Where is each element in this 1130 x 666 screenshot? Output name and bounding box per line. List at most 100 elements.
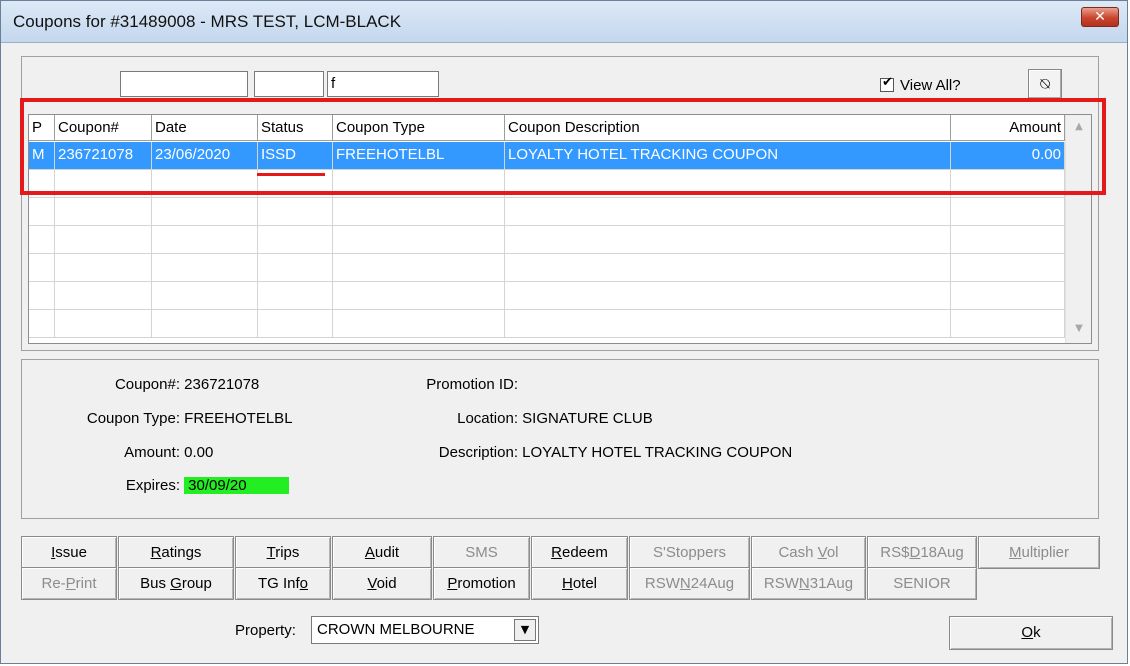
button-label-post: atings xyxy=(161,544,202,561)
button-label-pre: RSW xyxy=(763,575,799,592)
button-accel-key: R xyxy=(551,544,562,561)
action-button[interactable]: RSWN24Aug xyxy=(629,567,750,600)
empty-cell xyxy=(55,226,152,253)
empty-row[interactable] xyxy=(29,310,1065,338)
empty-cell xyxy=(505,198,951,225)
empty-row[interactable] xyxy=(29,254,1065,282)
action-button[interactable]: TG Info xyxy=(235,567,331,600)
detail-coupon-type: Coupon Type: FREEHOTELBL xyxy=(42,410,293,427)
empty-cell xyxy=(951,226,1065,253)
action-button[interactable]: Multiplier xyxy=(978,536,1100,569)
button-label-pre: RSW xyxy=(644,575,680,592)
action-button[interactable]: Audit xyxy=(332,536,432,569)
detail-description: Description: LOYALTY HOTEL TRACKING COUP… xyxy=(342,444,792,461)
action-button[interactable]: Redeem xyxy=(531,536,628,569)
empty-cell xyxy=(29,198,55,225)
expires-label: Expires: xyxy=(125,477,180,494)
button-accel-key: P xyxy=(65,575,76,592)
empty-cell xyxy=(55,254,152,281)
empty-cell xyxy=(333,198,505,225)
ok-button[interactable]: Ok xyxy=(949,616,1113,650)
empty-cell xyxy=(55,198,152,225)
coupon-number-value: 236721078 xyxy=(184,376,260,393)
empty-cell xyxy=(505,282,951,309)
close-button[interactable]: ✕ xyxy=(1081,7,1119,27)
scroll-down-icon[interactable]: ▼ xyxy=(1066,323,1091,334)
button-label-post: 18Aug xyxy=(920,544,964,561)
view-all-toggle[interactable]: ✔ View All? xyxy=(880,75,961,94)
empty-cell xyxy=(29,310,55,337)
empty-cell xyxy=(951,282,1065,309)
detail-amount: Amount: 0.00 xyxy=(42,444,213,461)
empty-cell xyxy=(951,310,1065,337)
action-button[interactable]: Trips xyxy=(235,536,331,569)
empty-row[interactable] xyxy=(29,198,1065,226)
coupon-type-value: FREEHOTELBL xyxy=(184,410,293,427)
action-button[interactable]: Void xyxy=(332,567,432,600)
title-bar: Coupons for #31489008 - MRS TEST, LCM-BL… xyxy=(1,1,1127,43)
button-label-post: edeem xyxy=(561,544,608,561)
action-button[interactable]: Promotion xyxy=(433,567,530,600)
filter-input-2[interactable] xyxy=(254,71,324,97)
highlight-box xyxy=(20,98,1106,195)
button-accel-key: V xyxy=(367,575,377,592)
empty-row[interactable] xyxy=(29,226,1065,254)
action-button[interactable]: RS$D18Aug xyxy=(867,536,977,569)
refresh-icon[interactable]: ⍉ xyxy=(1028,69,1062,99)
view-all-label: View All? xyxy=(900,77,961,94)
empty-cell xyxy=(152,282,258,309)
coupon-number-label: Coupon#: xyxy=(114,376,180,393)
empty-row[interactable] xyxy=(29,282,1065,310)
action-button[interactable]: Hotel xyxy=(531,567,628,600)
action-button[interactable]: Re-Print xyxy=(21,567,117,600)
button-accel-key: D xyxy=(909,544,921,561)
button-label-post: 31Aug xyxy=(809,575,854,592)
empty-cell xyxy=(55,310,152,337)
empty-cell xyxy=(258,254,333,281)
action-button[interactable]: SMS xyxy=(433,536,530,569)
button-label-post: rips xyxy=(275,544,300,561)
description-value: LOYALTY HOTEL TRACKING COUPON xyxy=(522,444,793,461)
button-label-post: rint xyxy=(75,575,97,592)
button-accel-key: N xyxy=(679,575,691,592)
detail-location: Location: SIGNATURE CLUB xyxy=(342,410,653,427)
detail-promotion: Promotion ID: xyxy=(342,376,518,393)
button-label-post: ol xyxy=(826,544,839,561)
button-accel-key: o xyxy=(299,575,309,592)
property-select[interactable]: CROWN MELBOURNE ▼ xyxy=(311,616,539,644)
filter-input-1[interactable] xyxy=(120,71,248,97)
action-button[interactable]: Ratings xyxy=(118,536,234,569)
ok-button-accel: O xyxy=(1021,624,1034,641)
check-mark-icon: ✔ xyxy=(882,75,893,90)
empty-cell xyxy=(333,254,505,281)
button-accel-key: M xyxy=(1008,544,1022,561)
button-label-post: ultiplier xyxy=(1021,544,1070,561)
button-label-post: oid xyxy=(376,575,397,592)
button-accel-key: H xyxy=(561,575,573,592)
button-accel-key: T xyxy=(266,544,276,561)
window-title: Coupons for #31489008 - MRS TEST, LCM-BL… xyxy=(13,12,402,31)
action-button[interactable]: SENIOR xyxy=(867,567,977,600)
button-label-post: 24Aug xyxy=(690,575,735,592)
empty-cell xyxy=(29,254,55,281)
dropdown-arrow-icon[interactable]: ▼ xyxy=(514,619,536,641)
empty-cell xyxy=(505,310,951,337)
coupon-details-panel: Coupon#: 236721078 Coupon Type: FREEHOTE… xyxy=(21,359,1099,519)
action-button[interactable]: Cash Vol xyxy=(751,536,866,569)
button-accel-key: G xyxy=(170,575,182,592)
action-button[interactable]: Bus Group xyxy=(118,567,234,600)
action-button[interactable]: Issue xyxy=(21,536,117,569)
button-label-pre: SMS xyxy=(465,544,498,561)
action-button[interactable]: S'Stoppers xyxy=(629,536,750,569)
location-label: Location: xyxy=(457,410,518,427)
action-button[interactable]: RSWN31Aug xyxy=(751,567,866,600)
button-label-post: ssue xyxy=(55,544,87,561)
button-label-post: roup xyxy=(181,575,212,592)
button-label-pre: Bus xyxy=(140,575,171,592)
view-all-checkbox[interactable]: ✔ xyxy=(880,75,894,92)
property-select-value: CROWN MELBOURNE xyxy=(317,621,475,638)
filter-input-3[interactable]: f xyxy=(327,71,439,97)
empty-cell xyxy=(152,254,258,281)
empty-cell xyxy=(951,198,1065,225)
description-label: Description: xyxy=(438,444,518,461)
